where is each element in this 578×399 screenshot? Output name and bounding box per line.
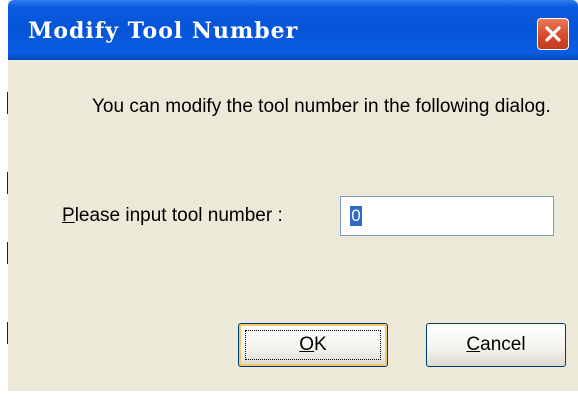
focus-rectangle	[245, 330, 381, 360]
title-bar[interactable]: Modify Tool Number	[8, 0, 578, 60]
close-icon	[545, 26, 561, 42]
ok-button[interactable]: OK	[238, 323, 388, 367]
cancel-button[interactable]: Cancel	[426, 323, 566, 367]
instruction-message: You can modify the tool number in the fo…	[92, 96, 551, 117]
dialog-title: Modify Tool Number	[28, 18, 299, 44]
tool-number-label: Please input tool number :	[62, 205, 283, 226]
cancel-label: Cancel	[466, 334, 526, 355]
close-button[interactable]	[537, 18, 569, 50]
tool-number-input[interactable]	[340, 196, 554, 236]
selected-text: 0	[350, 206, 362, 226]
modify-tool-number-dialog: Modify Tool Number You can modify the to…	[8, 0, 578, 391]
